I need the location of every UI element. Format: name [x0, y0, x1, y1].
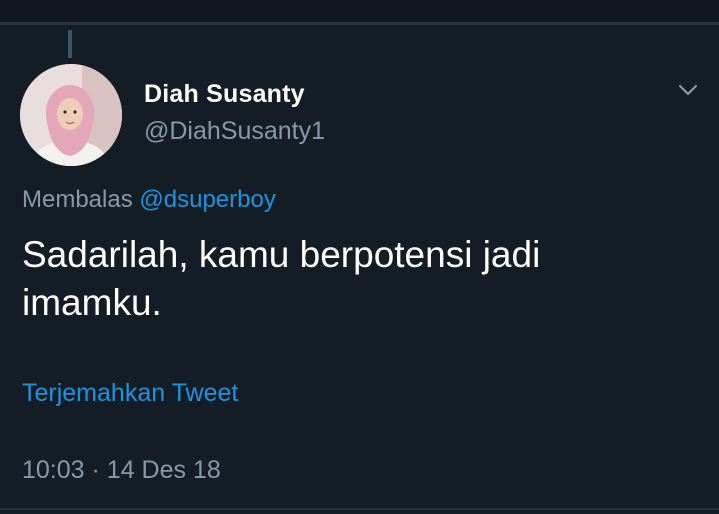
timestamp-separator: · [91, 456, 100, 484]
replying-to-prefix: Membalas [22, 186, 133, 213]
chevron-down-icon [678, 84, 698, 96]
profile-photo-icon [20, 64, 122, 166]
thread-connector-line [68, 30, 72, 58]
top-band [0, 0, 719, 22]
tweet-timestamp[interactable]: 10:03 · 14 Des 18 [22, 456, 221, 485]
replying-to: Membalas @dsuperboy [22, 186, 276, 214]
reply-mention-link[interactable]: @dsuperboy [139, 186, 275, 213]
tweet-menu-button[interactable] [676, 80, 700, 100]
author-handle[interactable]: @DiahSusanty1 [144, 117, 325, 146]
top-divider [0, 22, 719, 25]
bottom-divider [0, 508, 719, 510]
tweet-text: Sadarilah, kamu berpotensi jadi imamku. [22, 234, 541, 323]
tweet-time: 10:03 [22, 456, 85, 484]
tweet-date: 14 Des 18 [106, 456, 221, 484]
translate-tweet-link[interactable]: Terjemahkan Tweet [22, 379, 238, 408]
avatar[interactable] [20, 64, 122, 166]
author-display-name[interactable]: Diah Susanty [144, 80, 305, 109]
